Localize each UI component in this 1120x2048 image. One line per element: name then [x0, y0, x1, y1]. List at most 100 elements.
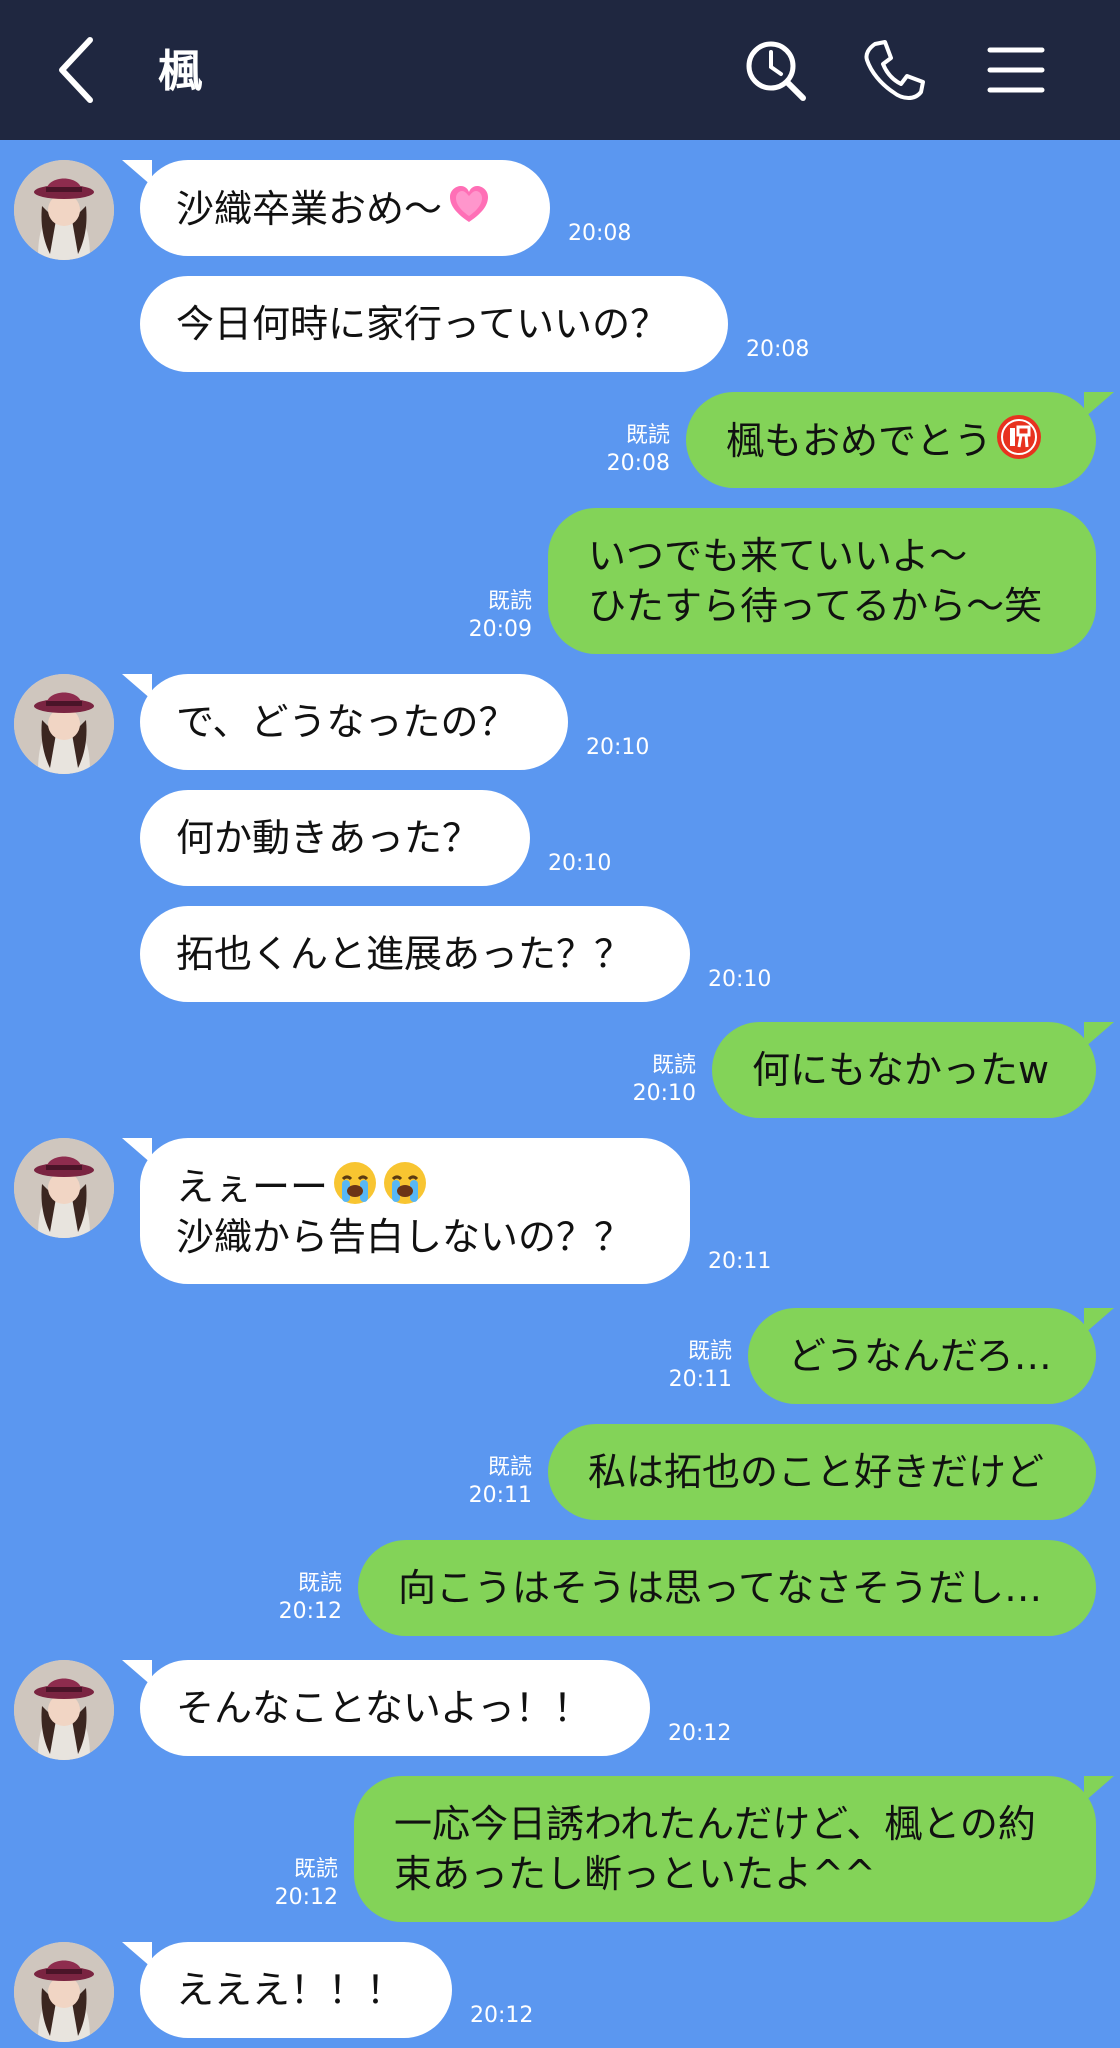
outgoing-message-bubble[interactable]: 一応今日誘われたんだけど、楓との約 束あったし断っといたよ^^ — [354, 1776, 1096, 1922]
incoming-message-bubble[interactable]: えぇーー沙織から告白しないの？？ — [140, 1138, 690, 1284]
outgoing-message-bubble[interactable]: どうなんだろ… — [748, 1308, 1096, 1404]
message-row: 何にもなかったw 既読 20:10 — [0, 1022, 1120, 1118]
outgoing-message-bubble[interactable]: いつでも来ていいよ〜ひたすら待ってるから〜笑 — [548, 508, 1096, 654]
menu-icon — [987, 47, 1045, 93]
bubble-tail — [122, 1138, 152, 1164]
bubble-tail — [1084, 1022, 1114, 1048]
avatar[interactable] — [14, 674, 114, 774]
message-row: いつでも来ていいよ〜 ひたすら待ってるから〜笑 既読 20:09 — [0, 508, 1120, 654]
message-text: 束あったし断っといたよ^^ — [394, 1852, 876, 1896]
crying-face-icon — [382, 1160, 428, 1206]
search-button[interactable] — [735, 30, 815, 110]
outgoing-message-bubble[interactable]: 楓もおめでとう — [686, 392, 1096, 488]
message-line: 楓もおめでとう — [726, 414, 1060, 466]
search-icon — [746, 41, 806, 101]
timestamp: 20:11 — [668, 1367, 732, 1392]
timestamp: 20:10 — [548, 851, 612, 876]
read-receipt: 既読 — [625, 423, 670, 448]
bubble-tail — [1084, 1776, 1114, 1802]
message-text: いつでも来ていいよ〜 — [588, 534, 968, 578]
read-receipt: 既読 — [487, 589, 532, 614]
outgoing-message-bubble[interactable]: 向こうはそうは思ってなさそうだし… — [358, 1540, 1096, 1636]
message-meta: 既読 20:12 — [275, 1856, 338, 1912]
incoming-message-bubble[interactable]: えええ！！！ — [140, 1942, 452, 2038]
incoming-message-bubble[interactable]: 沙織卒業おめ〜 — [140, 160, 550, 256]
outgoing-message-bubble[interactable]: 私は拓也のこと好きだけど — [548, 1424, 1096, 1520]
timestamp: 20:11 — [468, 1483, 532, 1508]
read-receipt: 既読 — [297, 1571, 342, 1596]
timestamp: 20:08 — [606, 451, 670, 476]
bubble-tail — [122, 674, 152, 700]
avatar[interactable] — [14, 1660, 114, 1760]
message-row: 拓也くんと進展あった？？ 20:10 — [0, 906, 1120, 1002]
menu-button[interactable] — [976, 30, 1056, 110]
message-text: どうなんだろ… — [788, 1334, 1052, 1378]
message-text: えぇーー — [176, 1165, 329, 1209]
call-button[interactable] — [853, 30, 933, 110]
avatar[interactable] — [14, 160, 114, 260]
message-meta: 既読 20:08 — [607, 422, 670, 478]
timestamp: 20:08 — [746, 337, 810, 362]
bubble-tail — [1084, 392, 1114, 418]
avatar[interactable] — [14, 1942, 114, 2042]
timestamp: 20:12 — [274, 1885, 338, 1910]
timestamp: 20:10 — [632, 1081, 696, 1106]
timestamp: 20:12 — [278, 1599, 342, 1624]
chat-title: 楓 — [158, 46, 202, 97]
bubble-tail — [122, 1942, 152, 1968]
message-line: えぇーー — [176, 1160, 654, 1212]
message-row: 今日何時に家行っていいの？ 20:08 — [0, 276, 1120, 372]
message-meta: 既読 20:11 — [469, 1454, 532, 1510]
message-row: 私は拓也のこと好きだけど 既読 20:11 — [0, 1424, 1120, 1520]
message-meta: 既読 20:10 — [633, 1052, 696, 1108]
incoming-message-bubble[interactable]: そんなことないよっ！！ — [140, 1660, 650, 1756]
read-receipt: 既読 — [487, 1455, 532, 1480]
read-receipt: 既読 — [651, 1053, 696, 1078]
incoming-message-bubble[interactable]: 拓也くんと進展あった？？ — [140, 906, 690, 1002]
message-text: ひたすら待ってるから〜笑 — [588, 584, 1043, 628]
message-list[interactable]: 沙織卒業おめ〜 20:08 今日何時に家行っていいの？ 20:08 楓もおめでとう 既読 2… — [0, 140, 1120, 2048]
bubble-tail — [122, 160, 152, 186]
message-row: 向こうはそうは思ってなさそうだし… 既読 20:12 — [0, 1540, 1120, 1636]
message-row: で、どうなったの？ 20:10 — [0, 674, 1120, 774]
message-text: 一応今日誘われたんだけど、楓との約 — [394, 1802, 1036, 1846]
bubble-tail — [122, 1660, 152, 1686]
incoming-message-bubble[interactable]: で、どうなったの？ — [140, 674, 568, 770]
message-text: 今日何時に家行っていいの？ — [176, 302, 669, 346]
chat-header: 楓 — [0, 0, 1120, 140]
outgoing-message-bubble[interactable]: 何にもなかったw — [712, 1022, 1096, 1118]
chevron-left-icon — [59, 37, 93, 103]
incoming-message-bubble[interactable]: 何か動きあった？ — [140, 790, 530, 886]
message-meta: 既読 20:11 — [669, 1338, 732, 1394]
message-text: そんなことないよっ！！ — [176, 1686, 591, 1730]
heart-icon — [446, 182, 492, 228]
message-text: 沙織から告白しないの？？ — [176, 1215, 633, 1259]
message-text: 楓もおめでとう — [726, 419, 993, 463]
phone-icon — [864, 40, 925, 100]
message-text: 沙織卒業おめ〜 — [176, 187, 443, 231]
timestamp: 20:12 — [470, 2003, 534, 2028]
message-row: そんなことないよっ！！ 20:12 — [0, 1660, 1120, 1760]
message-text: 向こうはそうは思ってなさそうだし… — [398, 1566, 1043, 1610]
read-receipt: 既読 — [687, 1339, 732, 1364]
avatar[interactable] — [14, 1138, 114, 1238]
crying-face-icon — [332, 1160, 378, 1206]
message-meta: 既読 20:09 — [469, 588, 532, 644]
timestamp: 20:12 — [668, 1721, 732, 1746]
message-row: 一応今日誘われたんだけど、楓との約 束あったし断っといたよ^^ 既読 20:12 — [0, 1776, 1120, 1922]
message-text: 拓也くんと進展あった？？ — [176, 932, 633, 976]
message-line: 沙織卒業おめ〜 — [176, 182, 514, 234]
message-meta: 既読 20:12 — [279, 1570, 342, 1626]
timestamp: 20:09 — [468, 617, 532, 642]
message-row: 沙織卒業おめ〜 20:08 — [0, 160, 1120, 260]
message-row: えぇーー 沙織から告白しないの？？ 20:11 — [0, 1138, 1120, 1284]
celebration-badge-icon — [996, 414, 1042, 460]
incoming-message-bubble[interactable]: 今日何時に家行っていいの？ — [140, 276, 728, 372]
timestamp: 20:10 — [586, 735, 650, 760]
bubble-tail — [1084, 1308, 1114, 1334]
back-button[interactable] — [38, 30, 118, 110]
read-receipt: 既読 — [293, 1857, 338, 1882]
timestamp: 20:10 — [708, 967, 772, 992]
message-row: 楓もおめでとう 既読 20:08 — [0, 392, 1120, 488]
message-row: えええ！！！ 20:12 — [0, 1942, 1120, 2042]
